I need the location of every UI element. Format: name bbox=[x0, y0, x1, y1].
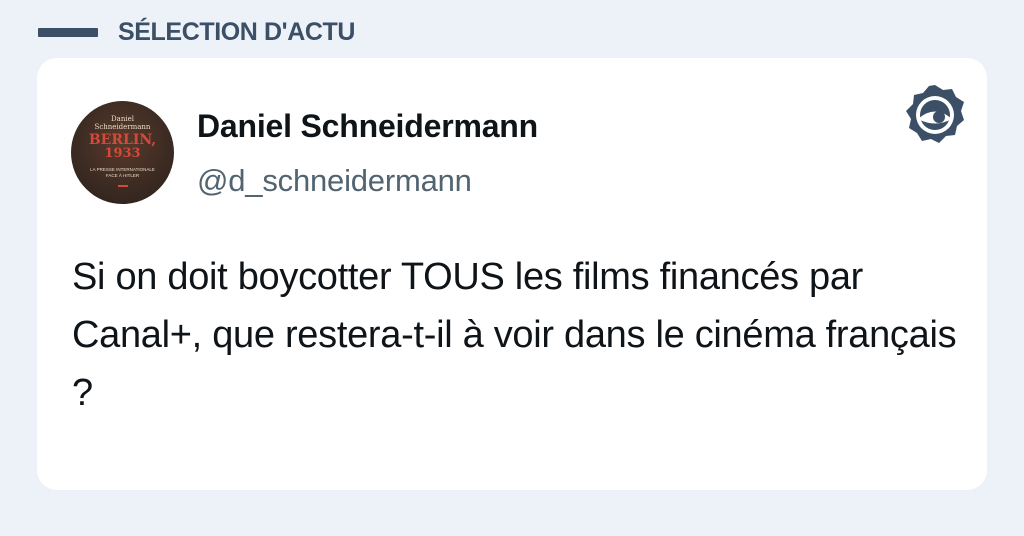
tweet-text: Si on doit boycotter TOUS les films fina… bbox=[72, 256, 957, 414]
tweet-card: Daniel Schneidermann BERLIN, 1933 LA PRE… bbox=[37, 58, 987, 490]
avatar-author-first: Daniel bbox=[111, 115, 134, 123]
avatar-book-cover: Daniel Schneidermann BERLIN, 1933 LA PRE… bbox=[71, 101, 174, 204]
avatar-author-last: Schneidermann bbox=[94, 123, 151, 131]
avatar-publisher-mark bbox=[117, 185, 128, 187]
section-label: SÉLECTION D'ACTU bbox=[118, 17, 356, 46]
avatar-book-year: 1933 bbox=[104, 146, 141, 161]
section-bar bbox=[38, 27, 98, 37]
avatar-book-title: BERLIN, bbox=[88, 132, 157, 148]
display-name[interactable]: Daniel Schneidermann bbox=[197, 108, 538, 145]
section-header: SÉLECTION D'ACTU bbox=[38, 14, 355, 50]
eye-logo-icon bbox=[906, 85, 964, 143]
avatar[interactable]: Daniel Schneidermann BERLIN, 1933 LA PRE… bbox=[71, 101, 174, 204]
avatar-book-subtitle-2: FACE À HITLER bbox=[105, 173, 140, 178]
user-handle[interactable]: @d_schneidermann bbox=[197, 163, 472, 199]
